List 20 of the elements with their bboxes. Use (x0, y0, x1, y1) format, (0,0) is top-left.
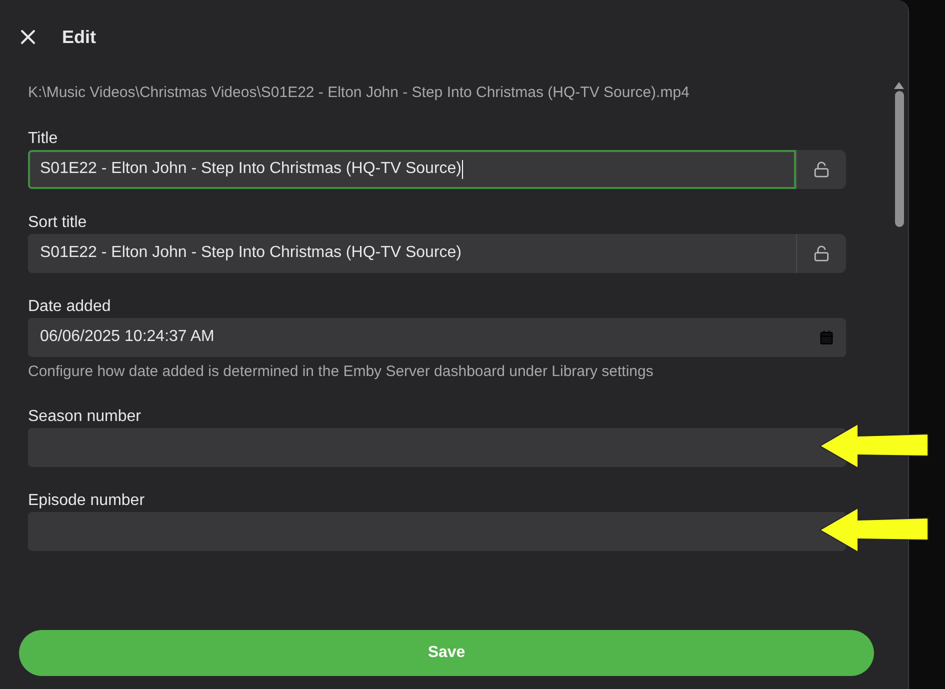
scrollbar[interactable] (894, 82, 904, 227)
lock-button[interactable] (796, 234, 846, 272)
field-label: Sort title (28, 212, 88, 232)
text-field[interactable]: S01E22 - Elton John - Step Into Christmas (HQ-TV Source) (28, 150, 796, 188)
field-label: Date added (28, 296, 112, 316)
dialog-title: Edit (62, 26, 96, 48)
unlocked-icon (813, 160, 830, 178)
scroll-up-icon (894, 82, 904, 89)
calendar-icon (819, 330, 834, 344)
number-field[interactable] (28, 512, 846, 551)
field-label: Season number (28, 407, 142, 427)
text-field[interactable]: S01E22 - Elton John - Step Into Christmas (HQ-TV Source) (28, 234, 796, 272)
unlocked-icon (813, 244, 830, 262)
lock-button[interactable] (796, 150, 846, 188)
help-text: Configure how date added is determined in the Emby Server dashboard under Library settings (28, 362, 654, 382)
date-field[interactable]: 06/06/2025 10:24:37 AM (28, 318, 846, 356)
field-label: Title (28, 128, 59, 148)
field-label: Episode number (28, 491, 146, 511)
file-path: K:\Music Videos\Christmas Videos\S01E22 - Elton John - Step Into Christmas (HQ-TV Source).mp4 (28, 83, 690, 103)
number-field[interactable] (28, 428, 846, 467)
